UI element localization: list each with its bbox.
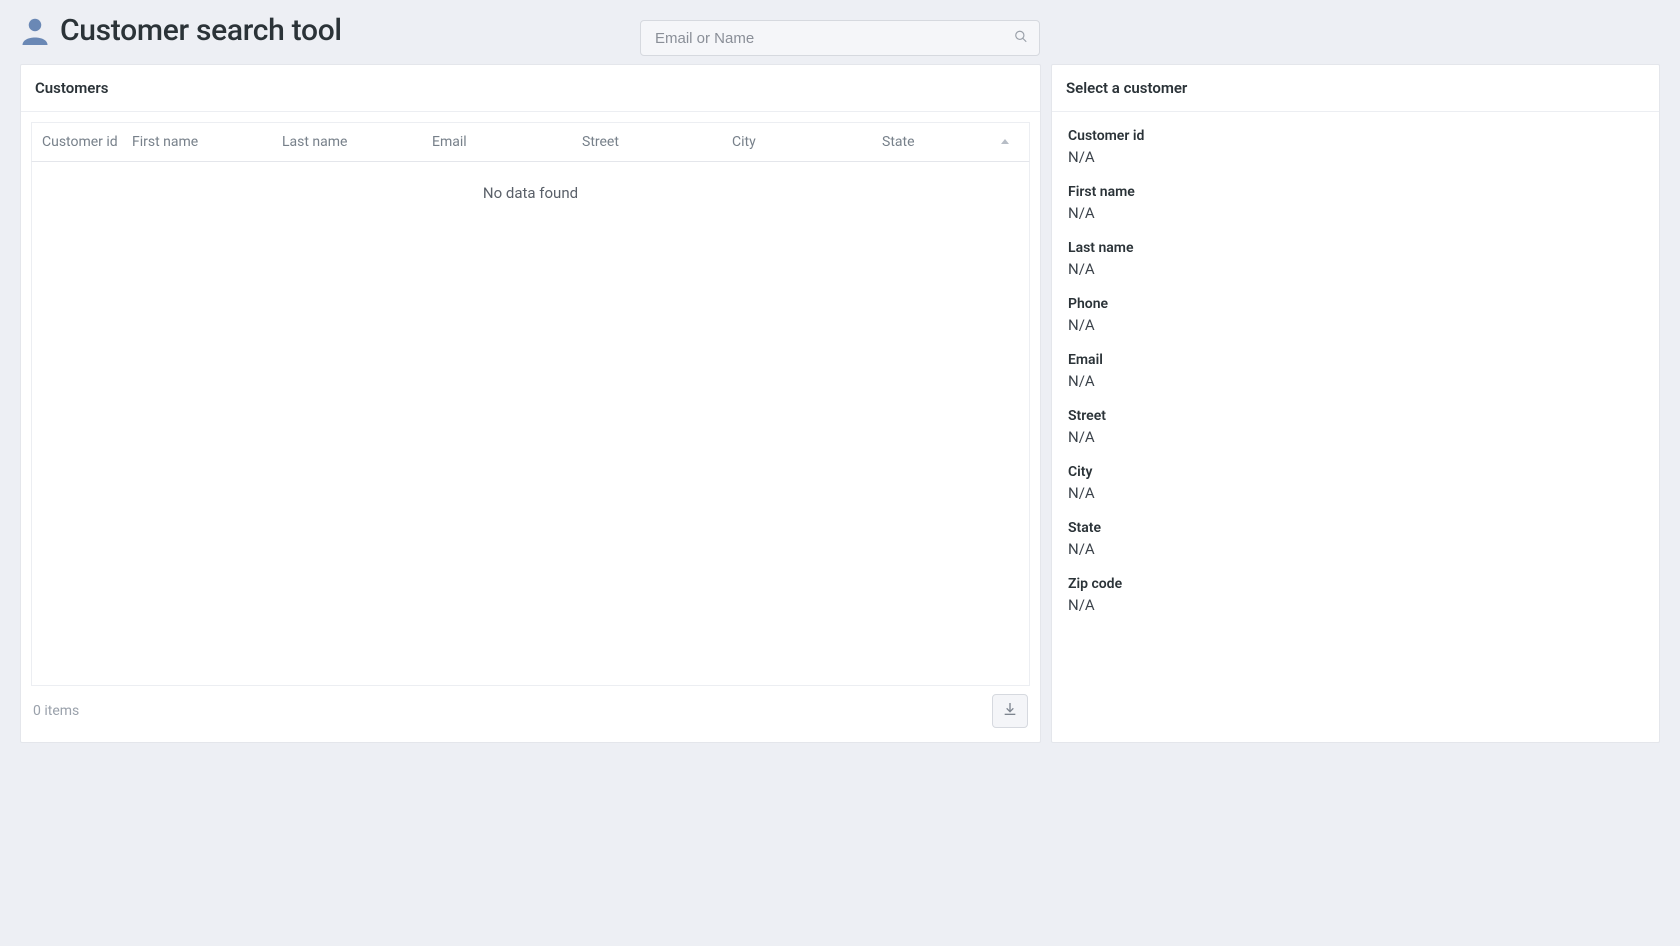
customers-grid-header: Customer id First name Last name Email S… (31, 122, 1030, 162)
detail-value-phone: N/A (1068, 316, 1643, 334)
detail-row-customer-id: Customer id N/A (1068, 128, 1643, 166)
col-header-city[interactable]: City (732, 134, 882, 150)
no-data-message: No data found (32, 162, 1029, 202)
detail-row-zip: Zip code N/A (1068, 576, 1643, 614)
detail-row-first-name: First name N/A (1068, 184, 1643, 222)
detail-label-first-name: First name (1068, 184, 1643, 200)
detail-label-customer-id: Customer id (1068, 128, 1643, 144)
detail-label-state: State (1068, 520, 1643, 536)
detail-value-customer-id: N/A (1068, 148, 1643, 166)
person-icon (20, 15, 50, 45)
details-panel-title: Select a customer (1052, 65, 1659, 112)
detail-value-email: N/A (1068, 372, 1643, 390)
col-header-state[interactable]: State (882, 134, 1019, 150)
detail-label-email: Email (1068, 352, 1643, 368)
title-group: Customer search tool (20, 13, 342, 48)
detail-value-first-name: N/A (1068, 204, 1643, 222)
detail-label-city: City (1068, 464, 1643, 480)
detail-row-phone: Phone N/A (1068, 296, 1643, 334)
content-row: Customers Customer id First name Last na… (0, 64, 1680, 743)
detail-row-city: City N/A (1068, 464, 1643, 502)
detail-row-last-name: Last name N/A (1068, 240, 1643, 278)
search-input[interactable] (640, 20, 1040, 56)
customer-details-panel: Select a customer Customer id N/A First … (1051, 64, 1660, 743)
detail-label-last-name: Last name (1068, 240, 1643, 256)
customers-table-area: Customer id First name Last name Email S… (21, 112, 1040, 742)
item-count-label: 0 items (33, 703, 79, 719)
detail-label-zip: Zip code (1068, 576, 1643, 592)
col-header-state-label: State (882, 134, 915, 150)
col-header-street[interactable]: Street (582, 134, 732, 150)
col-header-first-name[interactable]: First name (132, 134, 282, 150)
detail-value-state: N/A (1068, 540, 1643, 558)
search-wrap (640, 20, 1040, 56)
search-icon (1014, 29, 1028, 48)
customers-panel: Customers Customer id First name Last na… (20, 64, 1041, 743)
customers-grid-body: No data found (31, 162, 1030, 686)
detail-value-city: N/A (1068, 484, 1643, 502)
customers-grid-footer: 0 items (31, 694, 1030, 732)
col-header-email[interactable]: Email (432, 134, 582, 150)
col-header-last-name[interactable]: Last name (282, 134, 432, 150)
sort-asc-icon (999, 136, 1011, 148)
detail-label-street: Street (1068, 408, 1643, 424)
detail-row-email: Email N/A (1068, 352, 1643, 390)
detail-value-zip: N/A (1068, 596, 1643, 614)
page-title: Customer search tool (60, 13, 342, 48)
detail-label-phone: Phone (1068, 296, 1643, 312)
col-header-customer-id[interactable]: Customer id (42, 134, 132, 150)
detail-row-street: Street N/A (1068, 408, 1643, 446)
detail-value-street: N/A (1068, 428, 1643, 446)
detail-row-state: State N/A (1068, 520, 1643, 558)
download-icon (1002, 701, 1018, 721)
customers-panel-title: Customers (21, 65, 1040, 112)
details-body: Customer id N/A First name N/A Last name… (1052, 112, 1659, 648)
download-button[interactable] (992, 694, 1028, 728)
detail-value-last-name: N/A (1068, 260, 1643, 278)
